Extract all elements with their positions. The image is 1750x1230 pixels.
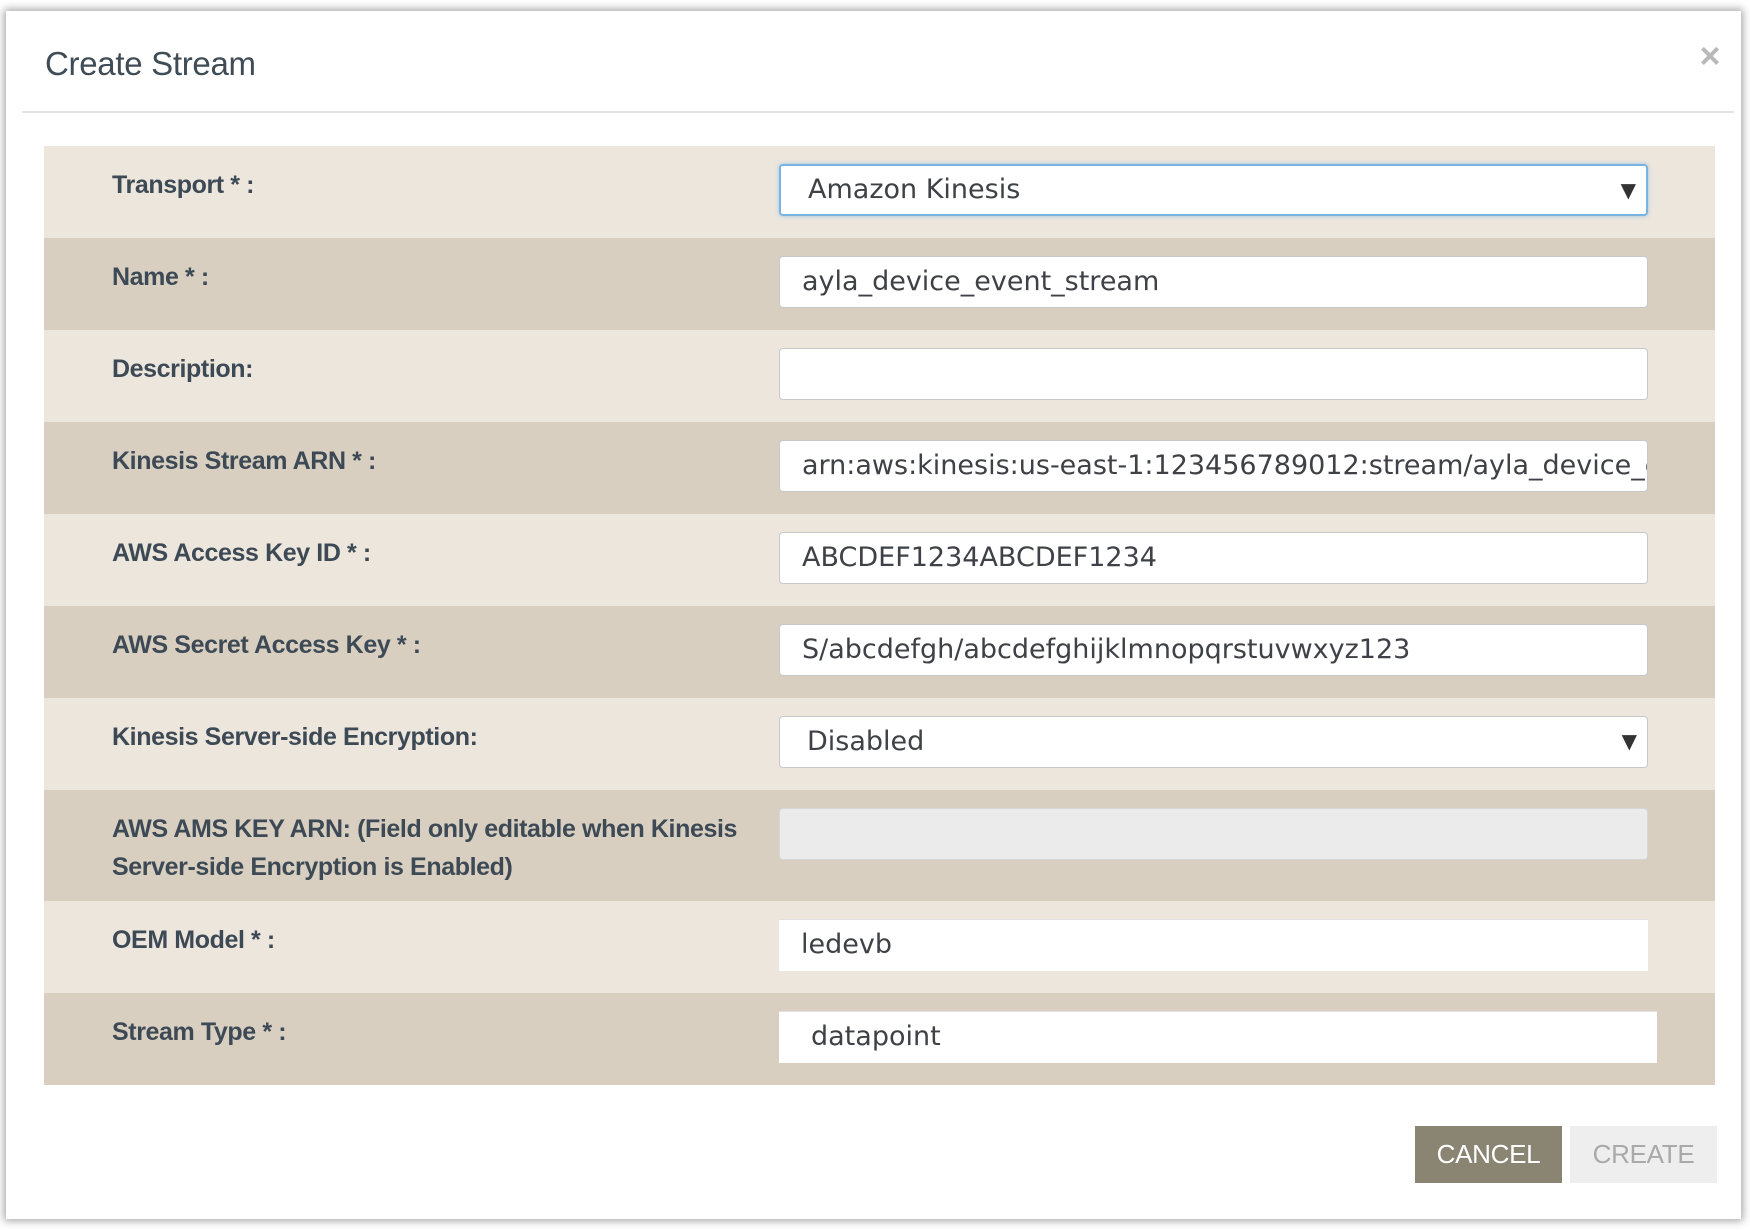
description-label: Description: — [112, 355, 254, 383]
encryption-select[interactable]: Disabled ▼ — [779, 716, 1648, 768]
transport-select[interactable]: Amazon Kinesis ▼ — [779, 164, 1648, 216]
encryption-label: Kinesis Server-side Encryption: — [112, 723, 478, 751]
cancel-button[interactable]: CANCEL — [1415, 1126, 1562, 1183]
secret-key-input[interactable]: S/abcdefgh/abcdefghijklmnopqrstuvwxyz123 — [779, 624, 1648, 676]
create-button[interactable]: CREATE — [1570, 1126, 1717, 1183]
encryption-value: Disabled — [807, 726, 925, 757]
description-input[interactable] — [779, 348, 1648, 400]
encryption-row: Kinesis Server-side Encryption: Disabled… — [44, 698, 1715, 790]
access-key-input[interactable]: ABCDEF1234ABCDEF1234 — [779, 532, 1648, 584]
name-row: Name * : ayla_device_event_stream — [44, 238, 1715, 330]
kinesis-arn-label: Kinesis Stream ARN * : — [112, 447, 376, 475]
chevron-down-icon: ▼ — [1620, 178, 1636, 202]
access-key-row: AWS Access Key ID * : ABCDEF1234ABCDEF12… — [44, 514, 1715, 606]
stream-type-value: datapoint — [811, 1021, 941, 1052]
kinesis-arn-input[interactable]: arn:aws:kinesis:us-east-1:123456789012:s… — [779, 440, 1648, 492]
kinesis-arn-value: arn:aws:kinesis:us-east-1:123456789012:s… — [802, 450, 1648, 481]
stream-type-row: Stream Type * : datapoint — [44, 993, 1715, 1085]
kms-arn-input — [779, 808, 1648, 860]
kinesis-arn-row: Kinesis Stream ARN * : arn:aws:kinesis:u… — [44, 422, 1715, 514]
access-key-value: ABCDEF1234ABCDEF1234 — [802, 542, 1157, 573]
oem-model-label: OEM Model * : — [112, 926, 275, 954]
kms-arn-row: AWS AMS KEY ARN: (Field only editable wh… — [44, 790, 1715, 901]
transport-label: Transport * : — [112, 171, 255, 199]
name-input[interactable]: ayla_device_event_stream — [779, 256, 1648, 308]
stream-type-label: Stream Type * : — [112, 1018, 287, 1046]
secret-key-row: AWS Secret Access Key * : S/abcdefgh/abc… — [44, 606, 1715, 698]
description-row: Description: — [44, 330, 1715, 422]
name-label: Name * : — [112, 263, 209, 291]
close-icon[interactable]: × — [1693, 38, 1727, 74]
kms-arn-label: AWS AMS KEY ARN: (Field only editable wh… — [112, 815, 737, 881]
secret-key-value: S/abcdefgh/abcdefghijklmnopqrstuvwxyz123 — [802, 634, 1411, 665]
transport-value: Amazon Kinesis — [808, 174, 1021, 205]
name-value: ayla_device_event_stream — [802, 266, 1160, 297]
create-stream-dialog: Create Stream × Transport * : Amazon Kin… — [6, 11, 1741, 1219]
oem-model-input[interactable]: ledevb — [779, 919, 1648, 971]
transport-row: Transport * : Amazon Kinesis ▼ — [44, 146, 1715, 238]
oem-model-value: ledevb — [801, 929, 892, 960]
secret-key-label: AWS Secret Access Key * : — [112, 631, 421, 659]
stream-form: Transport * : Amazon Kinesis ▼ Name * : … — [44, 146, 1715, 1085]
access-key-label: AWS Access Key ID * : — [112, 539, 371, 567]
dialog-title: Create Stream — [45, 45, 256, 82]
stream-type-input[interactable]: datapoint — [779, 1011, 1657, 1063]
oem-model-row: OEM Model * : ledevb — [44, 901, 1715, 993]
dialog-header: Create Stream — [22, 11, 1734, 113]
chevron-down-icon: ▼ — [1621, 729, 1637, 753]
dialog-footer: CANCEL CREATE — [1415, 1126, 1717, 1183]
